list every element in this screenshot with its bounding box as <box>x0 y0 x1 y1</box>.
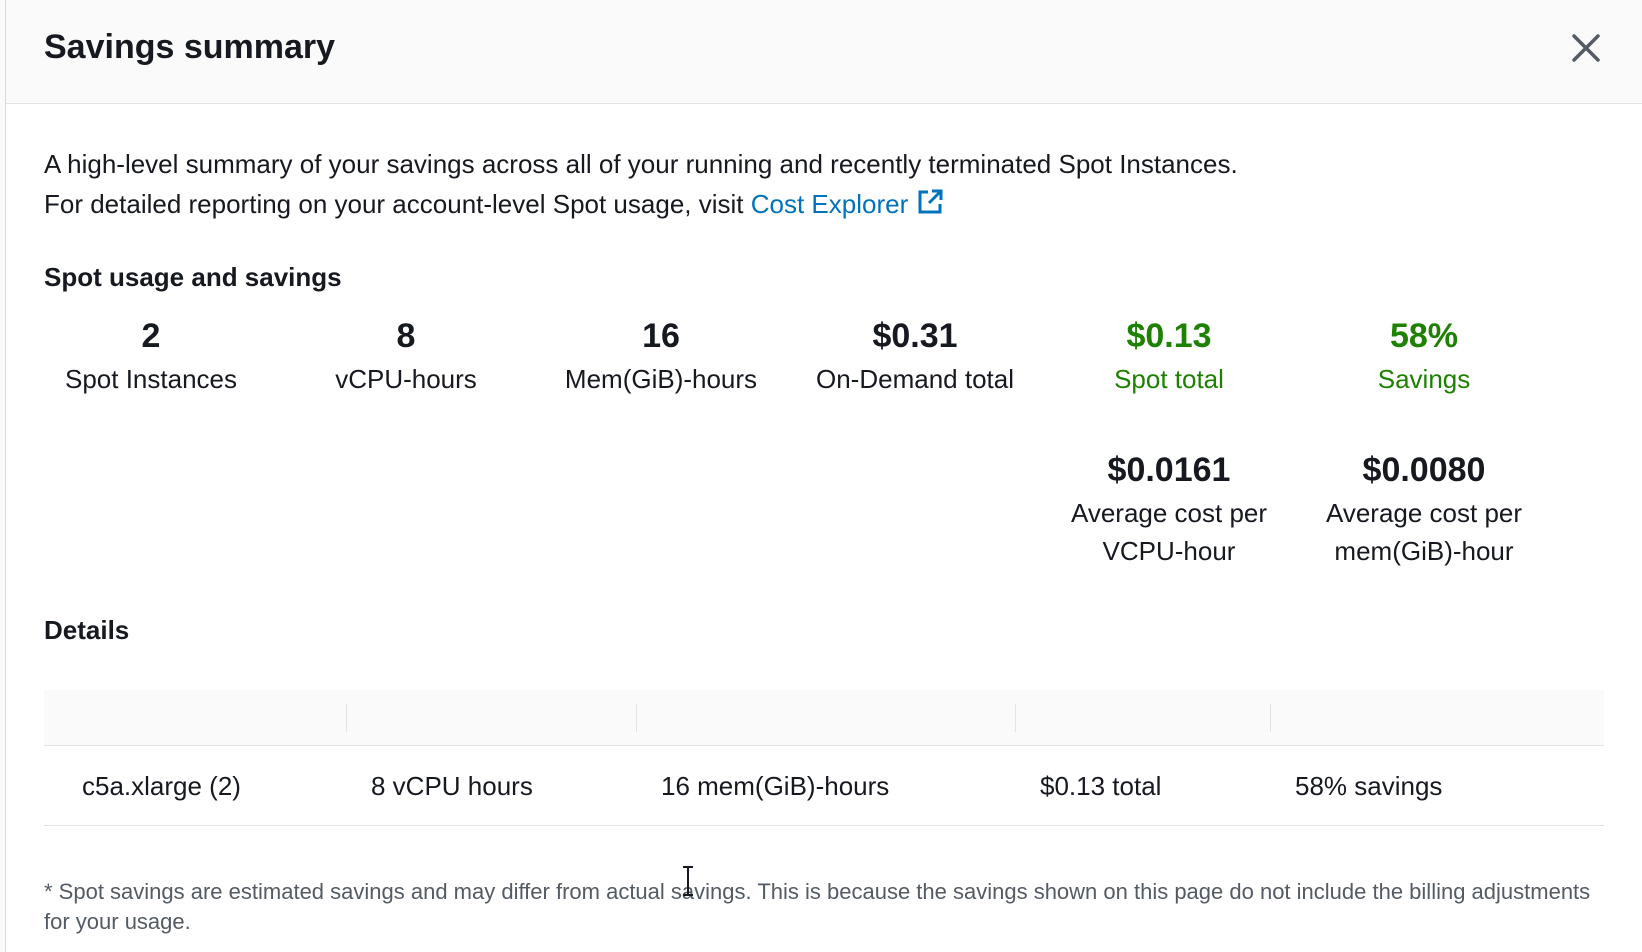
cell-vcpu-hours: 8 vCPU hours <box>371 771 533 801</box>
close-icon <box>1572 34 1600 62</box>
stat-value: 8 <box>396 317 416 355</box>
stat-on-demand-total: $0.31 On-Demand total <box>795 314 1035 398</box>
cell-spot-total: $0.13 total <box>1040 771 1162 801</box>
cell-instance-type: c5a.xlarge (2) <box>82 771 241 801</box>
modal-title: Savings summary <box>44 28 336 66</box>
intro-text: A high-level summary of your savings acr… <box>44 144 1238 224</box>
stat-label-line-2: VCPU-hour <box>1102 536 1236 566</box>
stat-value: 16 <box>642 317 680 355</box>
details-heading: Details <box>44 615 130 645</box>
stat-label: vCPU-hours <box>335 364 477 394</box>
stat-label: Spot total <box>1114 364 1224 394</box>
column-divider[interactable] <box>1270 704 1271 732</box>
cost-explorer-link[interactable]: Cost Explorer <box>751 189 945 219</box>
table-row: c5a.xlarge (2) 8 vCPU hours 16 mem(GiB)-… <box>44 746 1604 826</box>
stat-label: Mem(GiB)-hours <box>564 364 758 394</box>
column-divider[interactable] <box>1015 704 1016 732</box>
spot-usage-heading: Spot usage and savings <box>44 262 342 292</box>
stat-vcpu-hours: 8 vCPU-hours <box>286 314 526 398</box>
cell-mem-hours: 16 mem(GiB)-hours <box>661 771 890 801</box>
stat-avg-cost-mem: $0.0080 Average cost per mem(GiB)-hour <box>1304 448 1544 570</box>
intro-line-2: For detailed reporting on your account-l… <box>44 184 1238 224</box>
stat-label-line-2: mem(GiB)-hour <box>1334 536 1514 566</box>
stat-label: On-Demand total <box>816 364 1014 394</box>
stat-value: 2 <box>141 317 161 355</box>
stat-label-line-1: Average cost per <box>1325 498 1523 528</box>
external-link-icon <box>918 189 943 214</box>
column-divider[interactable] <box>346 704 347 732</box>
stat-spot-instances: 2 Spot Instances <box>31 314 271 398</box>
stat-label: Spot Instances <box>65 364 237 394</box>
column-divider[interactable] <box>636 704 637 732</box>
stat-avg-cost-vcpu: $0.0161 Average cost per VCPU-hour <box>1049 448 1289 570</box>
close-button[interactable] <box>1568 30 1604 66</box>
stat-mem-hours: 16 Mem(GiB)-hours <box>541 314 781 398</box>
cost-explorer-link-label: Cost Explorer <box>750 189 909 219</box>
stat-value: $0.0161 <box>1107 451 1231 489</box>
cell-savings: 58% savings <box>1295 771 1443 801</box>
stat-label: Savings <box>1377 364 1471 394</box>
intro-line-1: A high-level summary of your savings acr… <box>44 149 1238 179</box>
stat-label: Average cost per mem(GiB)-hour <box>1304 494 1544 570</box>
stat-value: $0.13 <box>1126 317 1212 355</box>
stat-value: $0.31 <box>872 317 958 355</box>
intro-line-2-prefix: For detailed reporting on your account-l… <box>44 189 751 219</box>
stat-label: Average cost per VCPU-hour <box>1049 494 1289 570</box>
details-table-header <box>44 690 1604 746</box>
modal-header: Savings summary <box>6 0 1642 104</box>
stat-savings: 58% Savings <box>1304 314 1544 398</box>
footnote: * Spot savings are estimated savings and… <box>44 879 1591 934</box>
text-cursor-icon <box>683 866 693 896</box>
stat-label-line-1: Average cost per <box>1070 498 1268 528</box>
stat-spot-total: $0.13 Spot total <box>1049 314 1289 398</box>
stat-value: 58% <box>1389 317 1459 355</box>
savings-summary-modal: Savings summary A high-level summary of … <box>5 0 1642 952</box>
stat-value: $0.0080 <box>1362 451 1486 489</box>
